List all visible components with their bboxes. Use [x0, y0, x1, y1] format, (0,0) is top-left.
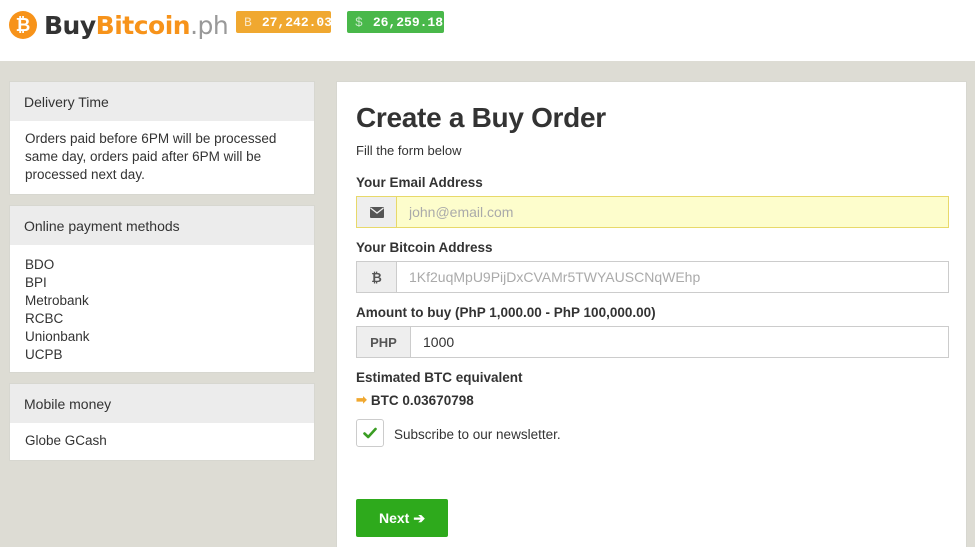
checkmark-icon	[363, 427, 377, 439]
currency-addon: PHP	[357, 327, 411, 357]
payment-method-list: BDO BPI Metrobank RCBC Unionbank UCPB	[10, 245, 314, 374]
list-item: UCPB	[25, 347, 63, 362]
panel-title: Delivery Time	[10, 82, 314, 121]
amount-input-group: PHP	[356, 326, 949, 358]
next-button[interactable]: Next ➔	[356, 499, 448, 537]
bitcoin-icon: B	[244, 14, 252, 30]
logo-text: BuyBitcoin.ph	[44, 10, 229, 40]
list-item: Unionbank	[25, 329, 90, 344]
email-field[interactable]	[397, 197, 948, 227]
list-item: RCBC	[25, 311, 64, 326]
email-input-group	[356, 196, 949, 228]
logo-text-buy: Buy	[44, 10, 96, 40]
sell-price-value: 26,259.18	[372, 14, 444, 30]
bitcoin-address-label: Your Bitcoin Address	[356, 240, 493, 255]
list-item: BDO	[25, 257, 55, 272]
panel-title: Online payment methods	[10, 206, 314, 245]
newsletter-label[interactable]: Subscribe to our newsletter.	[394, 427, 561, 442]
delivery-time-panel: Delivery Time Orders paid before 6PM wil…	[9, 81, 315, 195]
arrow-right-icon: ➡	[356, 392, 367, 407]
logo-text-bitcoin: Bitcoin	[95, 10, 191, 40]
estimate-label: Estimated BTC equivalent	[356, 370, 523, 385]
buy-order-form: Create a Buy Order Fill the form below Y…	[336, 81, 967, 547]
delivery-time-text: Orders paid before 6PM will be processed…	[25, 131, 277, 182]
form-subtitle: Fill the form below	[356, 143, 462, 158]
amount-label: Amount to buy (PhP 1,000.00 - PhP 100,00…	[356, 305, 656, 320]
buy-price-ticker: B 27,242.03	[236, 11, 333, 33]
next-button-label: Next	[378, 510, 410, 526]
page-title: Create a Buy Order	[356, 102, 606, 133]
bitcoin-logo-icon: ₿	[9, 11, 37, 39]
logo-text-ph: .ph	[190, 10, 229, 40]
mobile-money-panel: Mobile money Globe GCash	[9, 383, 315, 461]
email-label: Your Email Address	[356, 175, 483, 190]
bitcoin-address-field[interactable]	[397, 262, 948, 292]
bitcoin-address-input-group: ₿	[356, 261, 949, 293]
arrow-right-icon: ➔	[413, 509, 426, 526]
site-header: ₿ BuyBitcoin.ph B 27,242.03 $ 26,259.18	[0, 0, 975, 61]
newsletter-checkbox[interactable]	[356, 419, 384, 447]
envelope-icon	[357, 197, 397, 227]
mobile-money-list: Globe GCash	[10, 423, 314, 460]
list-item: Globe GCash	[25, 433, 107, 448]
amount-field[interactable]	[411, 327, 948, 357]
btc-estimate-value: BTC 0.03670798	[370, 392, 474, 408]
sell-price-ticker: $ 26,259.18	[347, 11, 444, 33]
panel-title: Mobile money	[10, 384, 314, 423]
list-item: Metrobank	[25, 293, 89, 308]
buy-price-value: 27,242.03	[261, 14, 333, 30]
btc-estimate: ➡ BTC 0.03670798	[356, 392, 474, 408]
list-item: BPI	[25, 275, 47, 290]
site-logo[interactable]: ₿ BuyBitcoin.ph	[9, 10, 229, 40]
online-payment-panel: Online payment methods BDO BPI Metrobank…	[9, 205, 315, 373]
bitcoin-icon: ₿	[357, 262, 397, 292]
dollar-icon: $	[355, 14, 363, 30]
